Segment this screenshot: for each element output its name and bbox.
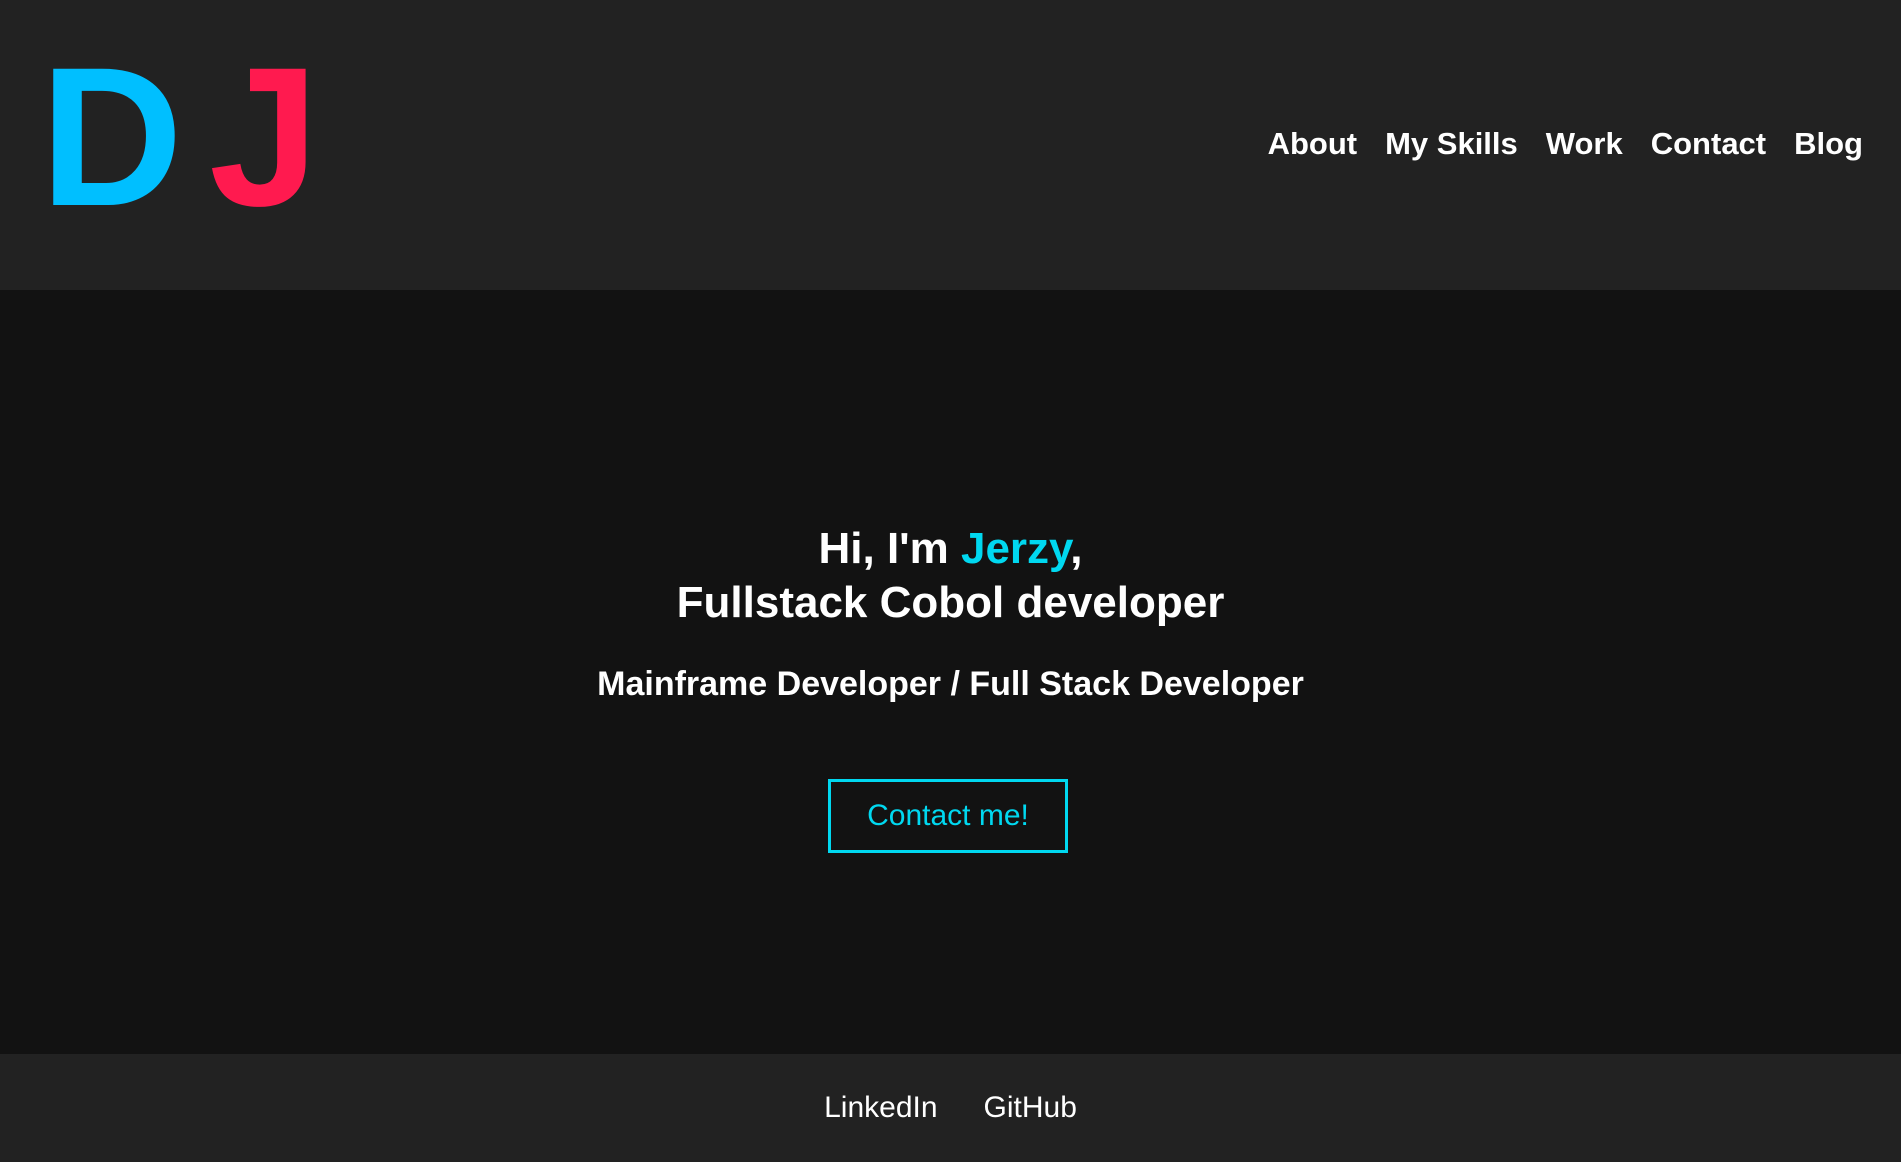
footer-linkedin-link[interactable]: LinkedIn <box>824 1091 937 1125</box>
logo-letter-d: D <box>40 26 183 247</box>
logo-letter-j: J <box>209 26 320 247</box>
site-logo[interactable]: D J <box>40 38 319 236</box>
nav-contact-link[interactable]: Contact <box>1651 122 1766 166</box>
hero-section: Hi, I'm Jerzy, Fullstack Cobol developer… <box>0 290 1901 1054</box>
nav-work-link[interactable]: Work <box>1546 122 1623 166</box>
hero-title: Hi, I'm Jerzy, Fullstack Cobol developer <box>0 522 1901 630</box>
hero-greeting-suffix: , <box>1070 524 1083 573</box>
hero-greeting-prefix: Hi, I'm <box>818 524 961 573</box>
site-footer: LinkedIn GitHub <box>0 1054 1901 1162</box>
main-nav: About My Skills Work Contact Blog <box>1268 122 1863 166</box>
footer-github-link[interactable]: GitHub <box>984 1091 1077 1125</box>
nav-my-skills-link[interactable]: My Skills <box>1385 122 1518 166</box>
hero-subtitle: Mainframe Developer / Full Stack Develop… <box>597 665 1304 703</box>
site-header: D J About My Skills Work Contact Blog <box>0 0 1901 290</box>
nav-about-link[interactable]: About <box>1268 122 1358 166</box>
contact-me-button[interactable]: Contact me! <box>828 779 1068 853</box>
hero-name: Jerzy <box>960 524 1071 573</box>
hero-role: Fullstack Cobol developer <box>676 578 1225 627</box>
nav-blog-link[interactable]: Blog <box>1794 122 1863 166</box>
